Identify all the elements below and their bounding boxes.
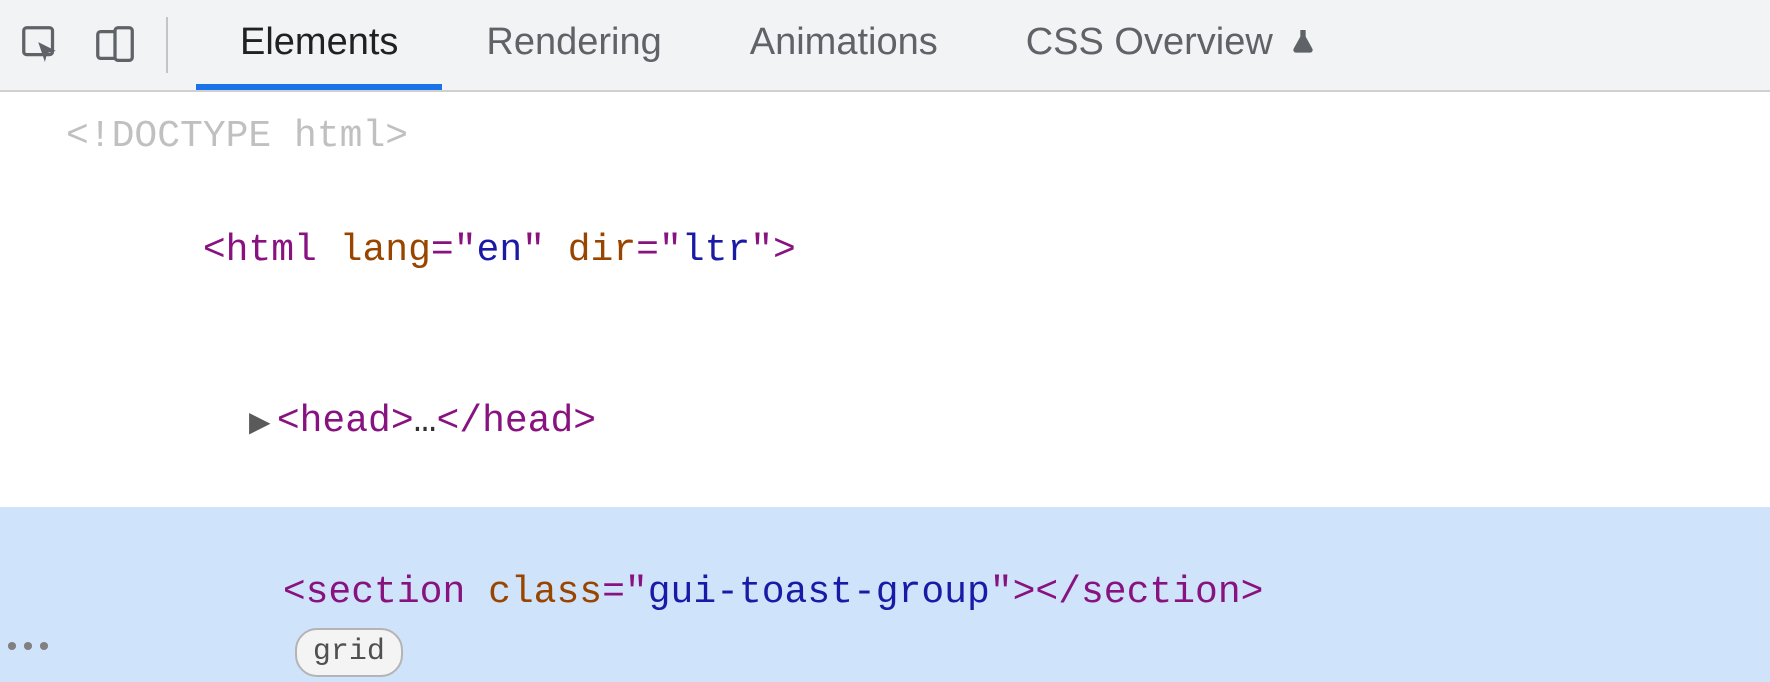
disclosure-right-icon[interactable]: ▶ [245, 404, 275, 446]
tab-rendering-label: Rendering [486, 21, 661, 64]
dom-doctype: <!DOCTYPE html> [54, 108, 408, 165]
experiment-flask-icon [1287, 26, 1319, 58]
section-class-val: gui-toast-group [648, 571, 990, 614]
html-lang-attr: lang [317, 229, 431, 272]
section-tag-open: <section [283, 571, 465, 614]
section-class-attr: class [465, 571, 602, 614]
section-empty-close: ></section> [1013, 571, 1264, 614]
html-lang-val: en [477, 229, 523, 272]
head-open-tag: <head> [277, 400, 414, 443]
row-actions-icon[interactable]: ••• [3, 627, 51, 672]
dom-section-row-selected[interactable]: ••• <section class="gui-toast-group"></s… [0, 507, 1770, 682]
dom-html-open-row[interactable]: <html lang="en" dir="ltr"> [0, 165, 1770, 336]
html-dir-val: ltr [682, 229, 750, 272]
html-tag-open: <html [203, 229, 317, 272]
head-ellipsis[interactable]: … [414, 400, 437, 443]
dom-doctype-row[interactable]: <!DOCTYPE html> [0, 108, 1770, 165]
devtools-toolbar: Elements Rendering Animations CSS Overvi… [0, 0, 1770, 92]
tab-animations[interactable]: Animations [706, 0, 982, 90]
device-toolbar-icon[interactable] [92, 22, 138, 68]
toolbar-icon-group [18, 17, 168, 73]
tab-elements[interactable]: Elements [196, 0, 442, 90]
layout-badge-grid[interactable]: grid [295, 628, 403, 677]
tab-animations-label: Animations [750, 21, 938, 64]
inspect-element-icon[interactable] [18, 22, 64, 68]
tab-rendering[interactable]: Rendering [442, 0, 705, 90]
head-close-tag: </head> [436, 400, 596, 443]
elements-dom-tree[interactable]: <!DOCTYPE html> <html lang="en" dir="ltr… [0, 92, 1770, 682]
tab-elements-label: Elements [240, 21, 398, 64]
panel-tabs: Elements Rendering Animations CSS Overvi… [196, 0, 1363, 90]
dom-head-row[interactable]: ▶<head>…</head> [0, 336, 1770, 507]
tab-css-overview[interactable]: CSS Overview [982, 0, 1363, 90]
tab-css-overview-label: CSS Overview [1026, 21, 1273, 64]
html-dir-attr: dir [545, 229, 636, 272]
